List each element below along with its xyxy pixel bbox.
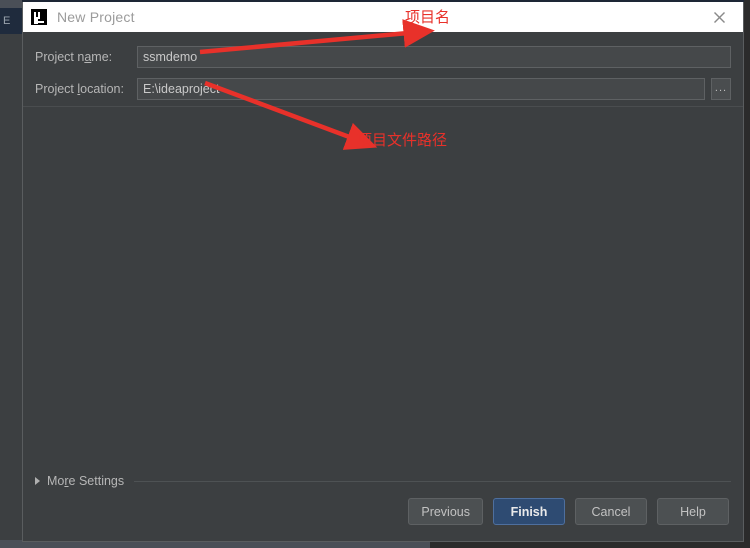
dialog-title: New Project [57,9,135,25]
browse-location-button[interactable]: ... [711,78,731,100]
previous-button[interactable]: Previous [408,498,483,525]
screenshot-root: E New Project Project name: ssmdemo Proj… [0,0,750,548]
help-button[interactable]: Help [657,498,729,525]
label-part-2: me: [91,50,113,64]
cancel-button[interactable]: Cancel [575,498,647,525]
chevron-right-icon[interactable] [35,477,40,485]
label-part-1: Mo [47,474,65,488]
more-settings-label[interactable]: More Settings [47,474,124,488]
project-location-row: Project location: ... [35,78,731,100]
dialog-title-bar: New Project [23,2,743,32]
project-name-input[interactable] [137,46,731,68]
finish-button[interactable]: Finish [493,498,565,525]
form-separator [23,106,743,107]
background-ide-right-edge [744,0,750,548]
dialog-button-bar: Previous Finish Cancel Help [23,498,743,541]
new-project-dialog: New Project Project name: Project locati… [22,2,744,542]
more-settings-row[interactable]: More Settings [23,470,743,492]
label-part-1: Project n [35,50,85,64]
dialog-body: Project name: Project location: ... [23,32,743,470]
project-location-input[interactable] [137,78,705,100]
label-part-1: Project [35,82,78,96]
label-part-2: e Settings [68,474,125,488]
label-part-2: ocation: [80,82,124,96]
background-ide-tab: E [0,8,22,34]
close-icon[interactable] [699,2,739,32]
background-ide-toolbar [0,0,22,8]
intellij-idea-logo-icon [31,9,47,25]
project-location-label: Project location: [35,82,137,96]
project-name-label: Project name: [35,50,137,64]
background-ide-left-edge: E [0,0,22,548]
more-settings-divider [134,480,731,482]
project-name-row: Project name: [35,46,731,68]
